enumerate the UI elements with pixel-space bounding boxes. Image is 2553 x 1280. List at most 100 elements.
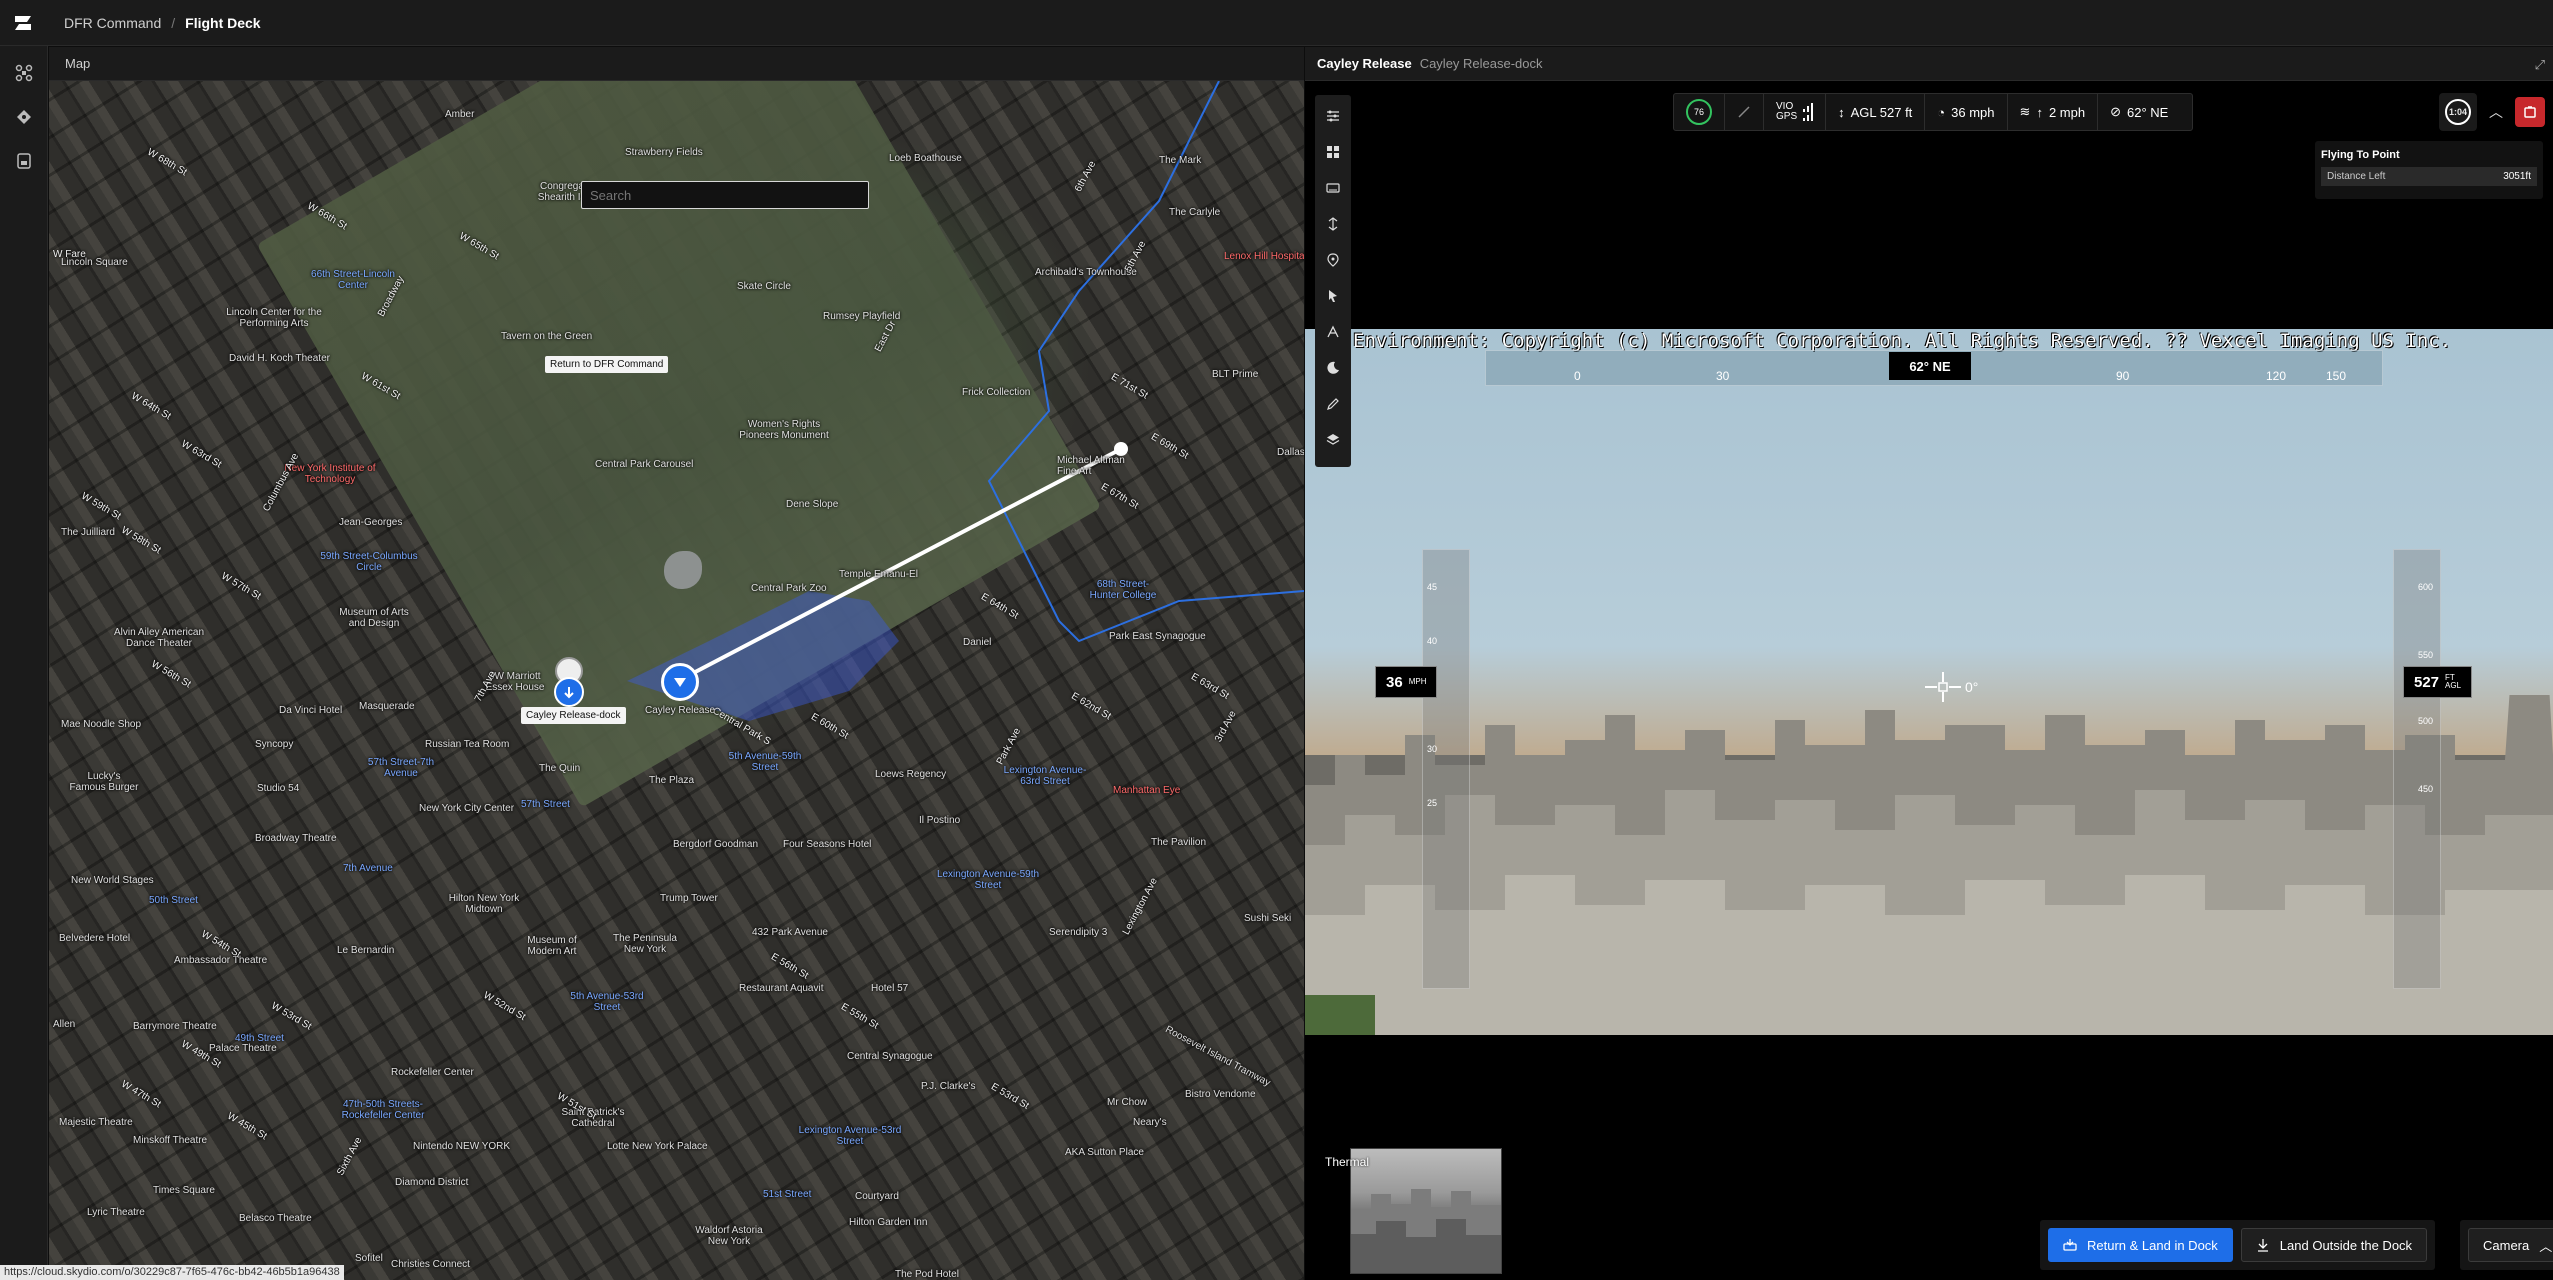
battery-status[interactable]: 76 [1674,94,1725,130]
map-place-label: Le Bernardin [337,945,395,956]
map-place-label: Dallas [1277,447,1304,458]
map-place-label: Loeb Boathouse [889,153,962,164]
map-place-label: The Mark [1159,155,1202,166]
map-place-label: Rockefeller Center [391,1067,474,1078]
drone-icon[interactable] [13,62,35,84]
expand-icon[interactable]: ⤢ [2535,57,2545,73]
return-to-dfr-tooltip[interactable]: Return to DFR Command [545,356,669,373]
map-place-label: Hilton New York Midtown [448,893,520,915]
gps-label: GPS [1776,111,1798,122]
camera-fov-cone [627,591,899,721]
land-outside-label: Land Outside the Dock [2279,1237,2413,1253]
skydio-logo[interactable] [0,0,46,46]
map-place-label: Masquerade [359,701,415,712]
heading-status: ⊘ 62° NE [2098,94,2180,130]
left-rail [0,46,48,1280]
map-place-label: Christies Connect [391,1259,470,1270]
map-place-label: Lincoln Center for the Performing Arts [226,307,322,329]
map-place-label: Da Vinci Hotel [279,705,343,716]
dock-pin[interactable] [554,677,584,707]
breadcrumb-parent[interactable]: DFR Command [64,15,161,31]
breadcrumb: DFR Command / Flight Deck [64,15,261,31]
speed-telemetry: 36 mph [1951,104,1995,120]
map-place-label: Museum of Arts and Design [339,607,409,629]
map-place-label: 432 Park Avenue [752,927,828,938]
map-panel-header: Map [49,47,1304,81]
map-place-label: Dene Slope [786,499,839,510]
map-place-label: Broadway Theatre [255,833,337,844]
map-station-label: 5th Avenue-59th Street [728,751,802,773]
sliders-icon[interactable] [1319,101,1347,131]
waypoint-icon[interactable] [13,106,35,128]
altitude-tick: 550 [2418,650,2434,660]
land-outside-dock-button[interactable]: Land Outside the Dock [2240,1228,2428,1262]
heading-tick: 0 [1574,369,1581,383]
map-place-label: Nintendo NEW YORK [413,1141,511,1152]
vio-gps-status[interactable]: VIO GPS [1764,94,1827,130]
map-station-label: 47th-50th Streets-Rockefeller Center [341,1099,425,1121]
speed-tick: 40 [1427,636,1438,646]
camera-select-button[interactable]: Camera ︿ [2468,1228,2553,1262]
emergency-stop-button[interactable] [2515,97,2545,127]
map-place-label: Diamond District [395,1177,469,1188]
drone-mode-icon[interactable] [1319,317,1347,347]
map-station-label: 57th Street-7th Avenue [367,757,435,779]
pen-icon[interactable] [1319,389,1347,419]
status-url: https://cloud.skydio.com/o/30229c87-7f65… [0,1265,344,1280]
map-place-label: Jean-Georges [339,517,403,528]
map-station-label: Lexington Avenue-53rd Street [798,1125,902,1147]
heading-tick: 30 [1716,369,1730,383]
chevron-up-icon[interactable]: ︿ [2481,93,2511,131]
reticle-angle: 0° [1965,679,1979,695]
return-land-label: Return & Land in Dock [2087,1237,2218,1253]
satellite-map[interactable]: Amber Strawberry Fields Loeb Boathouse T… [49,81,1304,1280]
map-place-label: David H. Koch Theater [229,353,330,364]
map-place-label: Ambassador Theatre [174,955,268,966]
thermal-skyline [1351,1189,1501,1273]
map-place-label: The Juilliard [61,527,115,538]
heading-tick: 150 [2326,369,2347,383]
map-place-label: Bergdorf Goodman [673,839,759,850]
layers-icon[interactable] [1319,425,1347,455]
heading-tick: 120 [2266,369,2287,383]
expand-icon[interactable] [1319,209,1347,239]
map-place-label: P.J. Clarke's [921,1081,976,1092]
map-place-label: Mae Noodle Shop [61,719,142,730]
pin-icon[interactable] [1319,245,1347,275]
map-place-label: Frick Collection [962,387,1031,398]
attitude-reticle: 0° [1925,672,2005,702]
map-place-label: The Carlyle [1169,207,1221,218]
grid-icon[interactable] [1319,137,1347,167]
map-place-label: The Quin [539,763,581,774]
map-place-label: Lotte New York Palace [607,1141,708,1152]
heading-tick: 90 [2116,369,2130,383]
map-place-label: Serendipity 3 [1049,927,1108,938]
flight-timer[interactable]: 1:04 [2439,93,2477,131]
dock-label: Cayley Release-dock [521,707,626,724]
map-place-label: Central Park Carousel [595,459,694,470]
drone-marker[interactable] [661,663,699,701]
map-search-input[interactable] [581,181,869,209]
night-icon[interactable] [1319,353,1347,383]
distance-left-value: 3051ft [2503,171,2531,182]
land-down-icon [2257,1239,2268,1252]
map-place-label: Il Postino [919,815,961,826]
altitude-status: ↕ AGL 527 ft [1826,94,1926,130]
map-station-label: Lexington Avenue-59th Street [936,869,1040,891]
keyboard-icon[interactable] [1319,173,1347,203]
dock-icon[interactable] [13,150,35,172]
map-place-label: Park East Synagogue [1109,631,1206,642]
map-place-label: Barrymore Theatre [133,1021,217,1032]
map-place-label: Palace Theatre [209,1043,277,1054]
map-place-label: Belvedere Hotel [59,933,131,944]
altitude-unit-agl: AGL [2445,681,2462,690]
return-land-dock-button[interactable]: Return & Land in Dock [2048,1228,2233,1262]
signal-bars-icon [1803,103,1814,121]
map-place-label: Tavern on the Green [501,331,593,342]
wind-icon: ≋ [2019,104,2031,119]
mission-status-title: Flying To Point [2321,149,2400,161]
thermal-thumbnail[interactable] [1350,1148,1502,1274]
map-place-label: The Pod Hotel [895,1269,959,1280]
speed-tick: 25 [1427,798,1438,808]
pointer-icon[interactable] [1319,281,1347,311]
